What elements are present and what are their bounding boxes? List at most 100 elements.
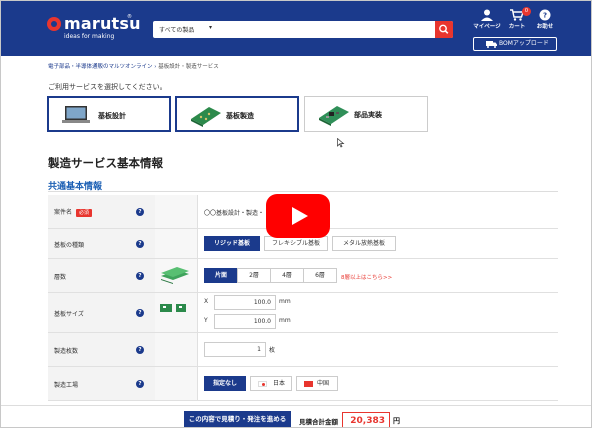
factory-option-japan-label: 日本 xyxy=(273,380,286,387)
search-bar: すべての製品 ▾ xyxy=(153,21,453,38)
factory-option-china-label: 中国 xyxy=(317,380,330,387)
pcb-assembly-icon xyxy=(319,106,349,126)
form-image-cell xyxy=(155,195,198,228)
quantity-label: 製造枚数 xyxy=(54,348,79,355)
logo-tagline: ideas for making xyxy=(64,33,115,40)
quantity-unit: 枚 xyxy=(269,347,276,354)
form-image-cell xyxy=(155,229,198,258)
service-card-manufacturing[interactable]: 基板製造 xyxy=(175,96,299,132)
form-row-factory: 製造工場 ? 指定なし 日本 中国 xyxy=(48,367,558,401)
board-size-x-input[interactable]: 100.0 xyxy=(214,295,276,310)
laptop-icon xyxy=(62,106,90,123)
notice-label: お助せ xyxy=(536,24,554,30)
board-type-option-flexible[interactable]: フレキシブル基板 xyxy=(264,236,328,251)
pcb-icon xyxy=(191,107,221,127)
layer-stack-icon xyxy=(161,267,189,284)
quote-footer-bar: この内容で見積り・発注を進める 見積合計金額 20,383 円 xyxy=(1,405,591,427)
factory-option-japan[interactable]: 日本 xyxy=(250,376,292,391)
japan-flag-icon xyxy=(258,381,267,387)
required-badge: 必須 xyxy=(76,209,93,217)
board-size-icon xyxy=(160,304,186,312)
help-chat-icon: ? xyxy=(539,9,551,21)
factory-label: 製造工場 xyxy=(54,382,79,389)
service-label-manufacturing: 基板製造 xyxy=(226,112,254,120)
notice-link[interactable]: ? お助せ xyxy=(531,9,559,30)
board-type-option-metal[interactable]: メタル放熱基板 xyxy=(332,236,396,251)
board-type-option-rigid[interactable]: リジッド基板 xyxy=(204,236,260,251)
layers-label: 層数 xyxy=(54,274,67,281)
board-size-x-label: X xyxy=(204,298,209,305)
caret-down-icon[interactable]: ▾ xyxy=(209,24,212,31)
factory-option-china[interactable]: 中国 xyxy=(296,376,338,391)
bom-upload-button[interactable]: BOMアップロード xyxy=(473,37,557,51)
form-label-cell: 案件名 必須 ? xyxy=(48,195,155,228)
board-size-y-input[interactable]: 100.0 xyxy=(214,314,276,329)
bom-upload-label: BOMアップロード xyxy=(499,40,549,47)
board-size-y-label: Y xyxy=(204,317,208,324)
page: marutsu ® ideas for making すべての製品 ▾ マイペー… xyxy=(0,0,592,428)
search-icon xyxy=(439,24,449,34)
layers-option-6[interactable]: 6層 xyxy=(303,268,337,283)
svg-text:?: ? xyxy=(543,12,547,20)
board-size-y-unit: mm xyxy=(279,317,291,324)
breadcrumb-home[interactable]: 電子部品・半導体通販のマルツオンライン xyxy=(48,64,153,70)
project-name-label: 案件名 必須 xyxy=(54,207,93,217)
logo-mark-icon xyxy=(47,17,61,31)
mypage-label: マイページ xyxy=(473,24,501,30)
mouse-cursor-icon xyxy=(337,138,345,148)
mypage-link[interactable]: マイページ xyxy=(473,9,501,30)
layers-8plus-link[interactable]: 8層以上はこちら>> xyxy=(341,273,392,281)
search-button[interactable] xyxy=(435,21,453,38)
help-icon[interactable]: ? xyxy=(136,309,144,317)
quantity-input[interactable]: 1 xyxy=(204,342,266,357)
section-title: 製造サービス基本情報 xyxy=(48,156,163,170)
form-label-cell: 基板の種類 ? xyxy=(48,229,155,258)
cart-count-badge: 0 xyxy=(522,7,531,16)
cart-link[interactable]: 0 カート xyxy=(503,7,531,30)
service-label-design: 基板設計 xyxy=(98,112,126,120)
board-type-label: 基板の種類 xyxy=(54,242,85,249)
truck-icon xyxy=(486,41,497,48)
breadcrumb: 電子部品・半導体通販のマルツオンライン › 基板設計・製造サービス xyxy=(48,62,219,70)
form-row-layers: 層数 ? 片面 2層 4層 6層 8層以上はこちら>> xyxy=(48,259,558,293)
form-image-cell xyxy=(155,293,198,332)
china-flag-icon xyxy=(304,381,313,387)
form-image-cell xyxy=(155,367,198,400)
service-label-assembly: 部品実装 xyxy=(354,111,382,119)
layers-option-4[interactable]: 4層 xyxy=(270,268,304,283)
help-icon[interactable]: ? xyxy=(136,346,144,354)
layers-option-single[interactable]: 片面 xyxy=(204,268,238,283)
project-name-input[interactable]: 〇〇基板設計・製造・ xyxy=(204,208,264,217)
layers-option-2[interactable]: 2層 xyxy=(237,268,271,283)
total-amount: 20,383 xyxy=(342,412,390,427)
form-image-cell xyxy=(155,259,198,292)
subsection-divider xyxy=(48,191,558,192)
help-icon[interactable]: ? xyxy=(136,380,144,388)
form-image-cell xyxy=(155,333,198,366)
form-label-cell: 層数 ? xyxy=(48,259,155,292)
factory-option-any[interactable]: 指定なし xyxy=(204,376,246,391)
help-icon[interactable]: ? xyxy=(136,272,144,280)
site-header: marutsu ® ideas for making すべての製品 ▾ マイペー… xyxy=(1,1,591,56)
help-icon[interactable]: ? xyxy=(136,208,144,216)
logo-registered: ® xyxy=(127,14,132,20)
board-size-x-unit: mm xyxy=(279,298,291,305)
search-category-select[interactable]: すべての製品 xyxy=(159,25,194,34)
search-input[interactable] xyxy=(223,23,433,36)
service-prompt: ご利用サービスを選択してください。 xyxy=(48,83,167,91)
form-row-quantity: 製造枚数 ? 1 枚 xyxy=(48,333,558,367)
form-row-board-size: 基板サイズ ? X 100.0 mm Y 100.0 mm xyxy=(48,293,558,333)
board-size-label: 基板サイズ xyxy=(54,311,84,318)
help-icon[interactable]: ? xyxy=(136,240,144,248)
form-label-cell: 基板サイズ ? xyxy=(48,293,155,332)
service-card-design[interactable]: 基板設計 xyxy=(47,96,171,132)
form-label-cell: 製造工場 ? xyxy=(48,367,155,400)
service-card-assembly[interactable]: 部品実装 xyxy=(304,96,428,132)
quote-order-button[interactable]: この内容で見積り・発注を進める xyxy=(184,411,291,427)
breadcrumb-current: 基板設計・製造サービス xyxy=(158,64,219,70)
user-icon xyxy=(481,9,493,21)
form-label-cell: 製造枚数 ? xyxy=(48,333,155,366)
cart-label: カート xyxy=(508,24,526,30)
video-play-button[interactable] xyxy=(266,194,330,238)
total-label: 見積合計金額 xyxy=(299,418,338,426)
